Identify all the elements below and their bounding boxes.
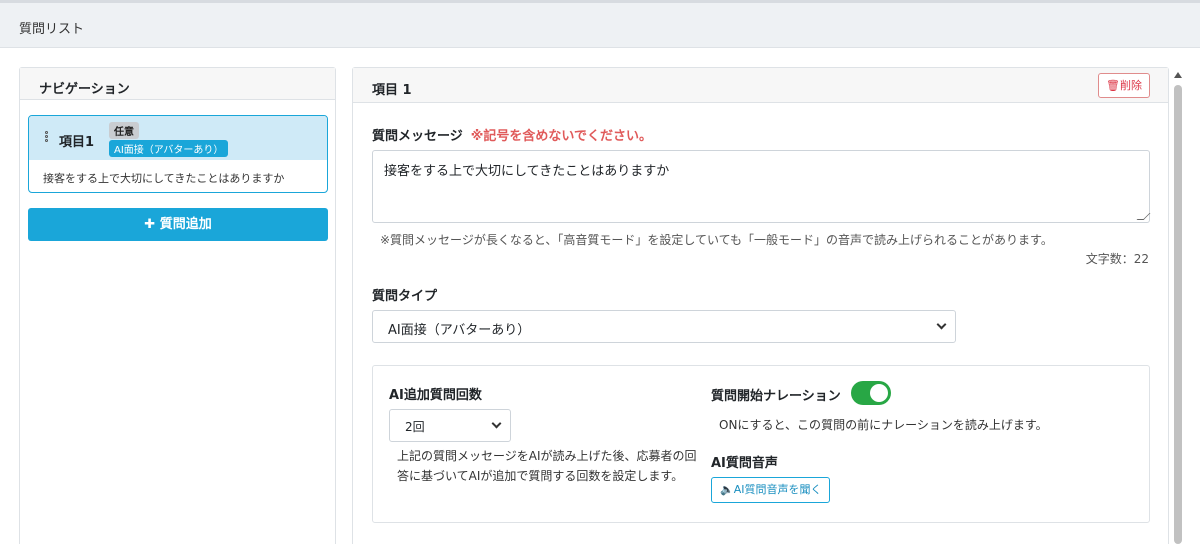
ai-followup-label: AI追加質問回数	[389, 388, 482, 403]
navigation-panel: ナビゲーション 項目1 任意 AI面接（アバターあり） 接客をする上で大切にして…	[19, 67, 336, 544]
resize-handle-icon[interactable]	[1136, 213, 1151, 220]
message-label-row: 質問メッセージ ※記号を含めないでください。	[372, 125, 652, 144]
narration-description: ONにすると、この質問の前にナレーションを読み上げます。	[719, 418, 1048, 432]
question-type-select[interactable]: AI面接（アバターあり）	[372, 310, 956, 343]
delete-button[interactable]: 🗑削除	[1098, 73, 1150, 98]
chevron-down-icon	[936, 319, 947, 330]
narration-label: 質問開始ナレーション	[711, 389, 841, 404]
delete-label: 削除	[1120, 79, 1142, 92]
add-question-label: 質問追加	[159, 217, 212, 232]
message-note: ※質問メッセージが長くなると、「高音質モード」を設定していても「一般モード」の音…	[380, 233, 1053, 247]
character-count: 文字数：22	[1085, 252, 1149, 266]
optional-badge: 任意	[109, 122, 139, 139]
chevron-down-icon	[491, 418, 502, 429]
nav-item-title: 項目1	[59, 135, 95, 150]
message-warning: ※記号を含めないでください。	[470, 129, 652, 144]
question-type-value: AI面接（アバターあり）	[388, 323, 531, 338]
ai-settings-card: AI追加質問回数 2回 上記の質問メッセージをAIが読み上げた後、応募者の回答に…	[372, 365, 1150, 523]
scroll-thumb[interactable]	[1174, 85, 1182, 544]
nav-question-item[interactable]: 項目1 任意 AI面接（アバターあり） 接客をする上で大切にしてきたことはありま…	[28, 115, 328, 193]
question-message-value: 接客をする上で大切にしてきたことはありますか	[384, 164, 670, 179]
narration-toggle[interactable]	[851, 381, 891, 405]
question-title: 項目 1	[372, 83, 412, 98]
page-scrollbar[interactable]	[1171, 67, 1185, 544]
top-bar: 質問リスト	[0, 0, 1200, 48]
speaker-icon: 🔈	[720, 483, 734, 496]
page-title: 質問リスト	[19, 22, 85, 37]
plus-icon: ✚	[144, 217, 156, 232]
navigation-header: ナビゲーション	[20, 68, 335, 100]
ai-followup-select[interactable]: 2回	[389, 409, 511, 442]
drag-handle-icon[interactable]	[45, 131, 49, 145]
toggle-knob	[870, 384, 888, 402]
nav-item-message: 接客をする上で大切にしてきたことはありますか	[43, 172, 285, 185]
question-type-badge: AI面接（アバターあり）	[109, 140, 229, 157]
question-message-textarea[interactable]: 接客をする上で大切にしてきたことはありますか	[372, 150, 1151, 223]
ai-followup-value: 2回	[405, 420, 425, 434]
nav-item-header: 項目1 任意 AI面接（アバターあり）	[29, 116, 327, 160]
question-detail-header: 項目 1 🗑削除	[353, 68, 1168, 103]
scroll-up-arrow-icon[interactable]	[1174, 72, 1182, 78]
voice-label: AI質問音声	[711, 456, 778, 471]
add-question-button[interactable]: ✚ 質問追加	[28, 208, 328, 241]
trash-icon: 🗑	[1106, 79, 1120, 92]
message-label: 質問メッセージ	[372, 129, 463, 144]
question-type-label: 質問タイプ	[372, 289, 438, 304]
ai-followup-description: 上記の質問メッセージをAIが読み上げた後、応募者の回答に基づいてAIが追加で質問…	[397, 449, 697, 483]
listen-voice-button[interactable]: 🔈AI質問音声を聞く	[711, 477, 831, 503]
question-detail-panel: 項目 1 🗑削除 質問メッセージ ※記号を含めないでください。 接客をする上で大切…	[352, 67, 1169, 544]
listen-voice-label: AI質問音声を聞く	[733, 483, 822, 496]
